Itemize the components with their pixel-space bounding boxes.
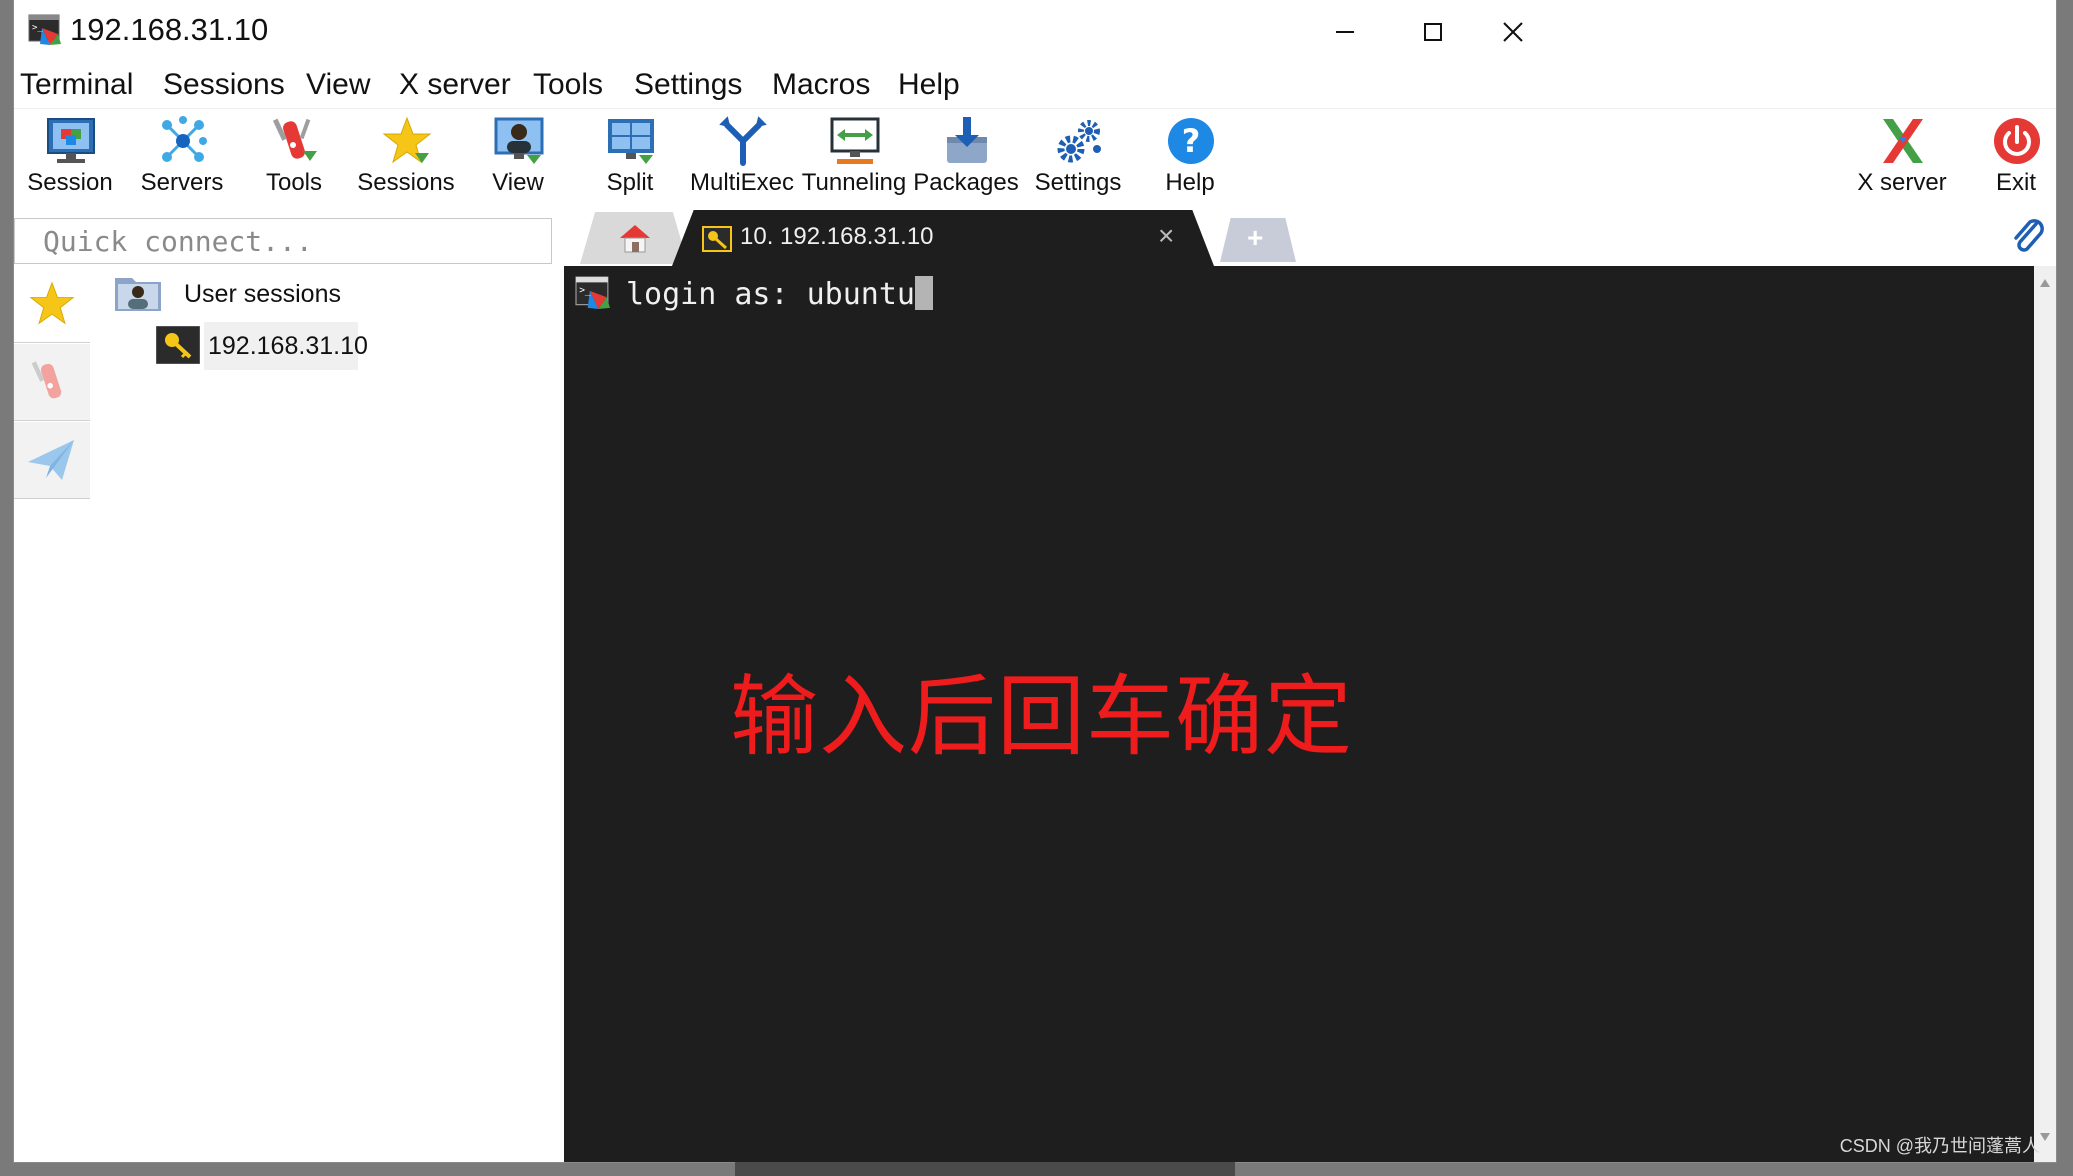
toolbar-help-label: Help xyxy=(1165,169,1215,196)
toolbar-help-button[interactable]: ? Help xyxy=(1134,111,1246,205)
servers-network-icon xyxy=(162,116,207,162)
maximize-button[interactable] xyxy=(1392,6,1474,58)
sidebar-tab-strip xyxy=(14,266,91,1162)
menu-bar: Terminal Sessions View X server Tools Se… xyxy=(14,64,2056,108)
sidebar-tab-sftp[interactable] xyxy=(14,422,90,499)
maximize-icon xyxy=(1424,23,1442,41)
active-tab-label: 10. 192.168.31.10 xyxy=(740,223,934,250)
power-icon xyxy=(1994,118,2040,164)
close-window-button[interactable] xyxy=(1472,6,1554,58)
window-title: 192.168.31.10 xyxy=(70,12,269,47)
sidebar-tab-sessions[interactable] xyxy=(14,266,90,343)
user-sessions-label: User sessions xyxy=(184,280,341,308)
scroll-down-icon xyxy=(2040,1133,2050,1141)
menu-view[interactable]: View xyxy=(306,68,370,102)
svg-text:>_: >_ xyxy=(32,23,43,33)
split-screen-icon xyxy=(608,119,654,164)
app-terminal-icon: >_ xyxy=(28,14,61,45)
mobaxterm-window: >_ 192.168.31.10 Terminal Sessions View … xyxy=(14,0,2056,1162)
new-tab-button[interactable]: + xyxy=(1220,218,1296,262)
svg-text:?: ? xyxy=(1182,122,1201,160)
menu-tools[interactable]: Tools xyxy=(533,68,603,102)
tunneling-monitor-icon xyxy=(830,117,880,164)
view-person-icon xyxy=(494,117,544,164)
sidebar-tab-tools[interactable] xyxy=(14,344,90,421)
paper-plane-icon xyxy=(28,440,74,480)
plus-icon: + xyxy=(1247,222,1264,253)
menu-macros[interactable]: Macros xyxy=(772,68,870,102)
packages-download-icon xyxy=(947,117,987,163)
ssh-key-icon xyxy=(702,226,732,252)
home-icon xyxy=(620,225,650,253)
home-tab[interactable] xyxy=(580,212,688,264)
quick-connect-input[interactable] xyxy=(15,219,551,263)
gears-icon xyxy=(1057,120,1101,163)
folder-user-icon xyxy=(115,278,161,311)
toolbar-exit-label: Exit xyxy=(1995,169,2036,196)
close-tab-icon[interactable]: × xyxy=(1158,220,1174,252)
background-window-edge xyxy=(735,1162,1235,1176)
tools-knife-icon xyxy=(272,118,317,161)
watermark-text: CSDN @我乃世间蓬蒿人 xyxy=(1839,1136,2040,1156)
multiexec-fork-icon xyxy=(719,116,767,166)
svg-text:>_: >_ xyxy=(579,285,591,296)
minimize-icon xyxy=(1336,31,1354,33)
menu-terminal[interactable]: Terminal xyxy=(20,68,133,102)
tools-knife-icon xyxy=(31,361,62,399)
menu-sessions[interactable]: Sessions xyxy=(163,68,285,102)
help-icon: ? xyxy=(1168,118,1214,164)
main-toolbar: Session Servers Tools Sessions View Spli… xyxy=(14,108,2056,207)
annotation-overlay-text: 输入后回车确定 xyxy=(730,665,1354,768)
session-tab-strip: 10. 192.168.31.10 × + xyxy=(570,210,2056,266)
paperclip-icon[interactable] xyxy=(2010,216,2046,256)
session-tree-panel: User sessions 192.168.31.10 xyxy=(90,266,565,1162)
active-session-tab[interactable]: 10. 192.168.31.10 × xyxy=(672,210,1214,266)
ssh-key-icon xyxy=(156,326,200,364)
title-bar: >_ 192.168.31.10 xyxy=(14,0,2056,64)
terminal-prompt: login as: xyxy=(626,277,807,312)
terminal-scrollbar[interactable] xyxy=(2034,266,2056,1162)
user-sessions-folder[interactable] xyxy=(114,274,162,314)
menu-settings[interactable]: Settings xyxy=(634,68,742,102)
quick-connect-box xyxy=(14,218,552,264)
minimize-button[interactable] xyxy=(1304,6,1386,58)
terminal-view[interactable]: >_ login as: ubuntu 输入后回车确定 xyxy=(564,266,2034,1162)
x-server-icon xyxy=(1883,119,1923,163)
terminal-input: ubuntu xyxy=(806,277,915,312)
terminal-output-line: login as: ubuntu xyxy=(626,276,933,312)
terminal-app-icon: >_ xyxy=(575,276,610,309)
scroll-up-icon xyxy=(2040,279,2050,287)
session-monitor-icon xyxy=(47,118,95,163)
star-icon xyxy=(29,281,75,325)
close-icon xyxy=(1503,22,1523,42)
toolbar-exit-button[interactable]: Exit xyxy=(1960,111,2056,205)
menu-help[interactable]: Help xyxy=(898,68,960,102)
session-item[interactable]: 192.168.31.10 xyxy=(204,322,368,370)
star-icon xyxy=(382,116,432,164)
menu-x-server[interactable]: X server xyxy=(399,68,511,102)
terminal-cursor xyxy=(915,276,933,310)
session-item-label: 192.168.31.10 xyxy=(208,332,368,360)
